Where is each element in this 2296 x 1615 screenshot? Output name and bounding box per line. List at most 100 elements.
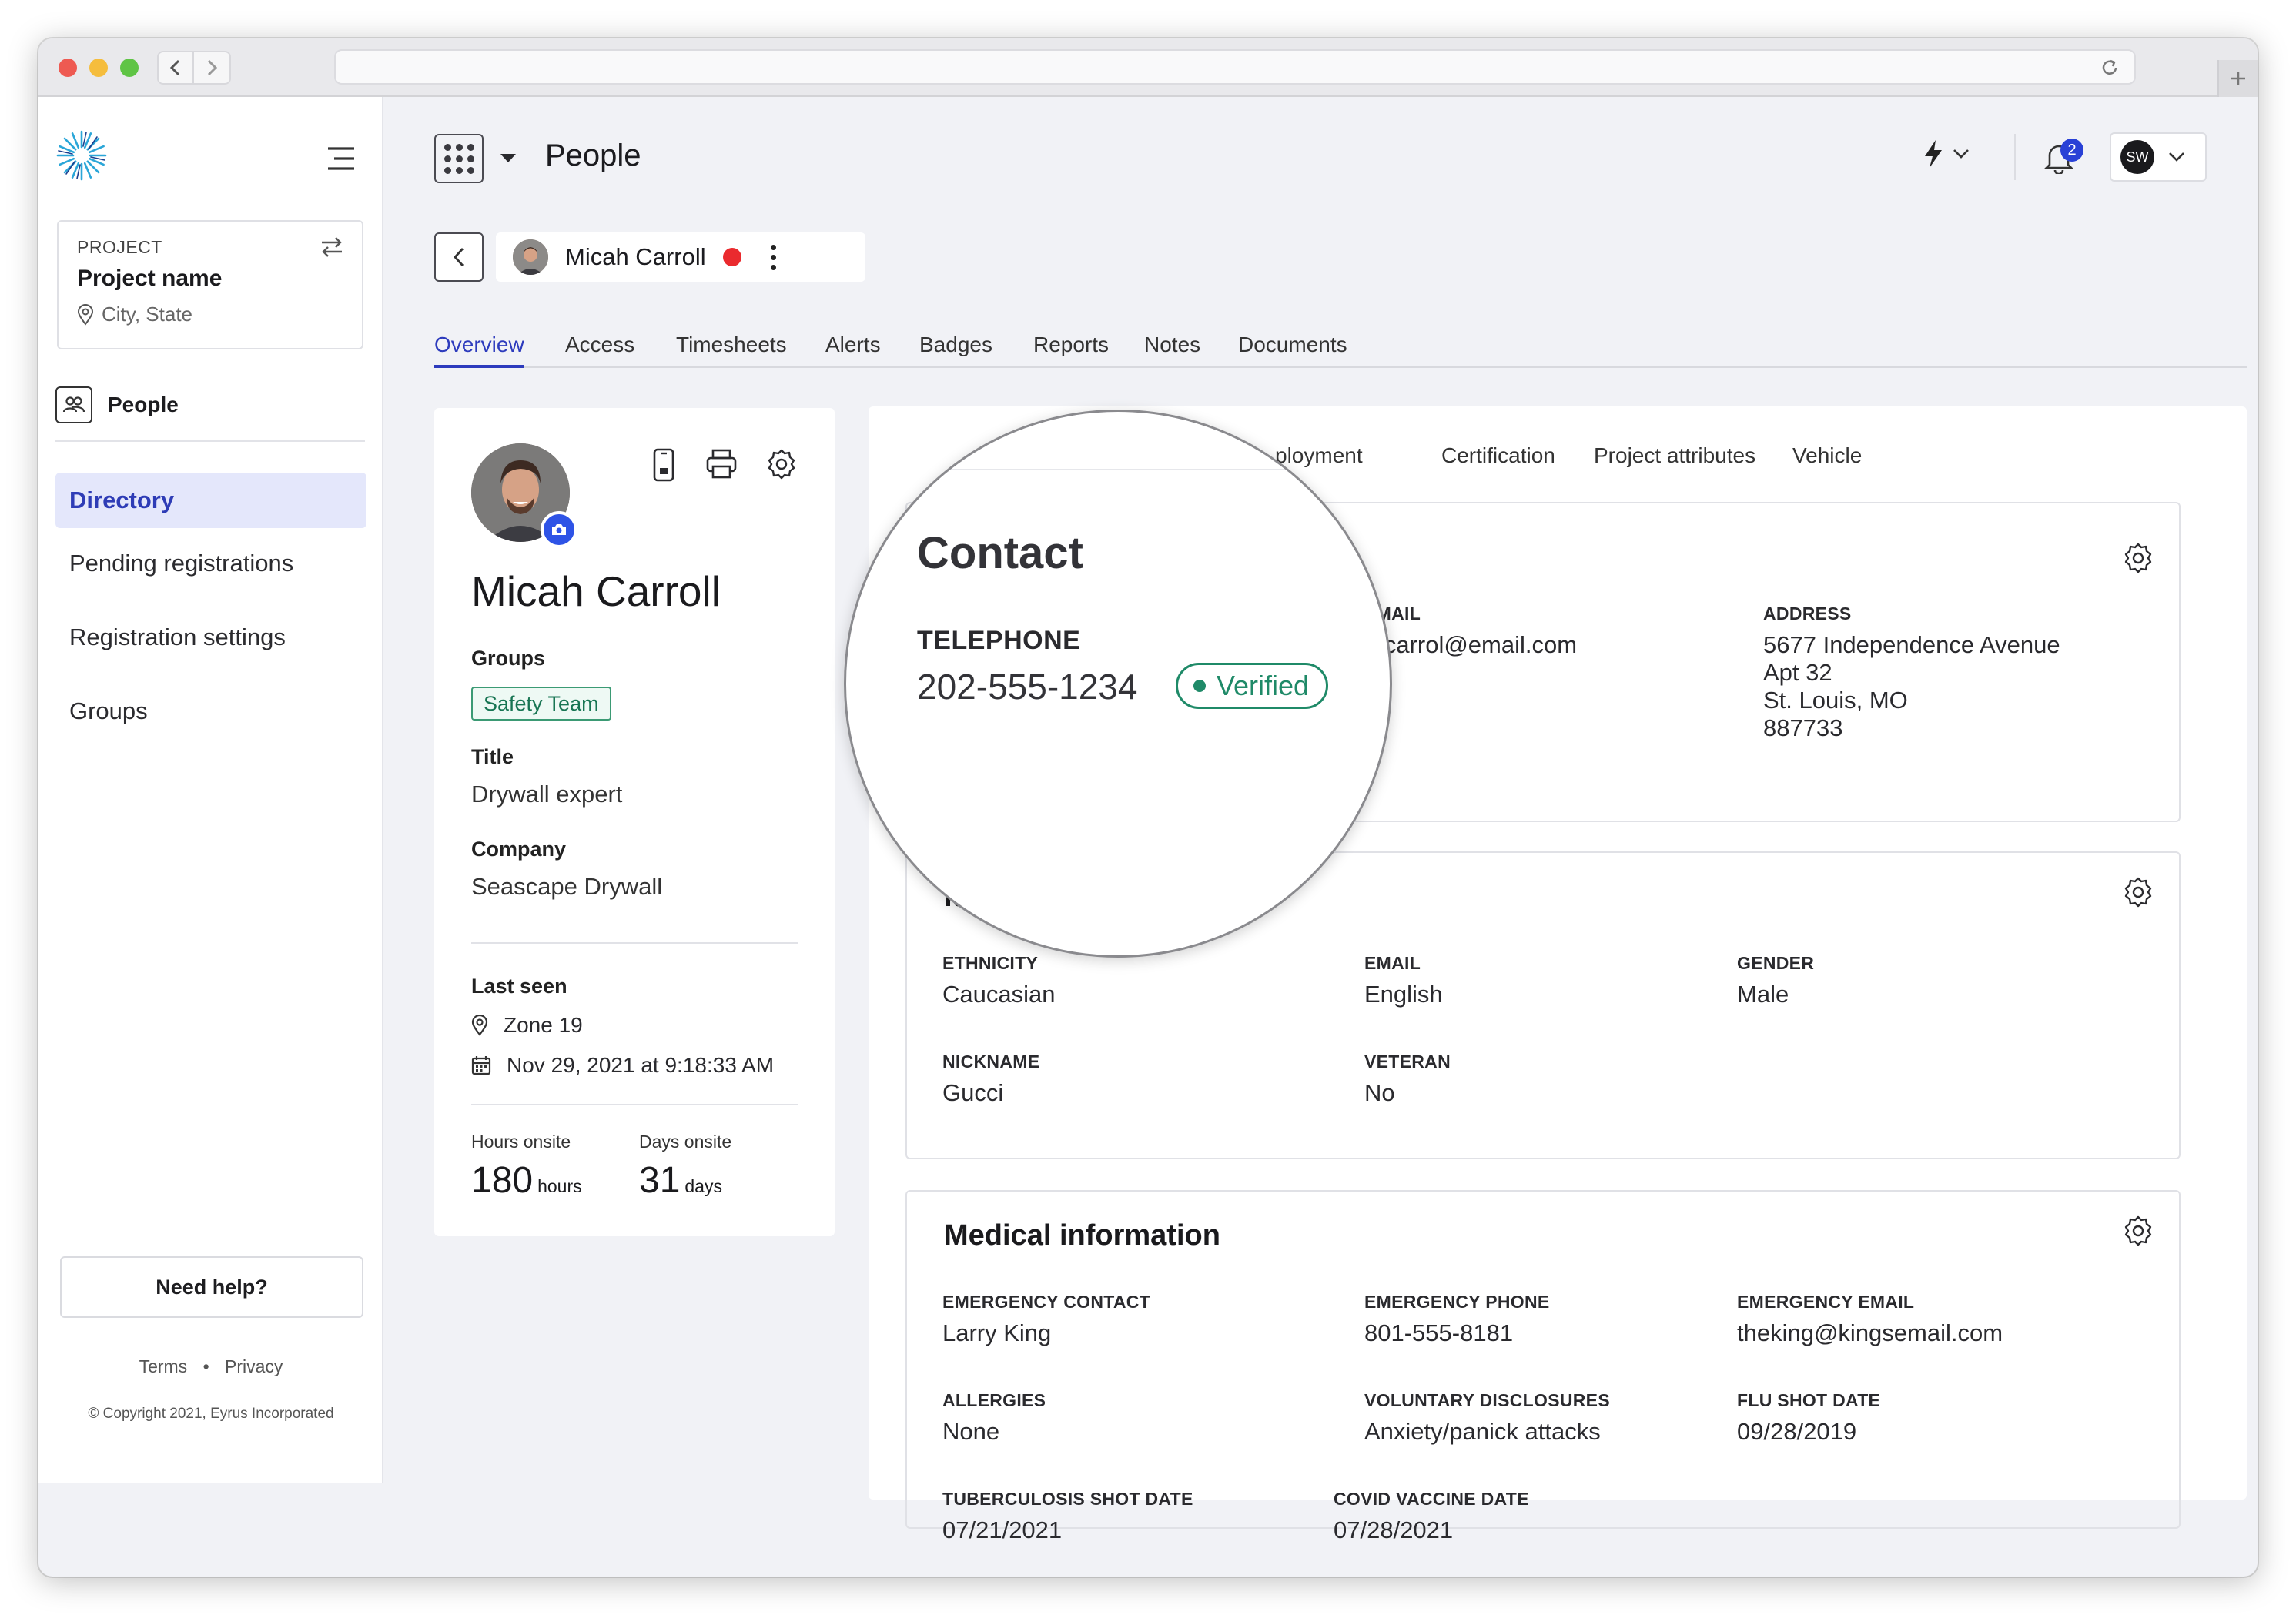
switch-project-icon[interactable] bbox=[319, 234, 345, 260]
profile-card: Micah Carroll Groups Safety Team Title D… bbox=[434, 408, 835, 1236]
days-unit: days bbox=[684, 1176, 722, 1196]
caret-down-icon[interactable] bbox=[499, 152, 517, 165]
telephone-label: TELEPHONE bbox=[917, 626, 1081, 655]
title-label: Title bbox=[471, 745, 514, 768]
flu-shot-label: FLU SHOT DATE bbox=[1737, 1390, 1881, 1410]
tab-notes[interactable]: Notes bbox=[1144, 333, 1200, 368]
print-icon[interactable] bbox=[705, 448, 738, 480]
profile-actions bbox=[650, 448, 798, 482]
tab-documents[interactable]: Documents bbox=[1238, 333, 1347, 368]
hours-onsite-value: 180 hours bbox=[471, 1159, 582, 1202]
browser-window: PROJECT Project name City, State People … bbox=[38, 38, 2258, 1577]
days-number: 31 bbox=[639, 1160, 681, 1201]
tab-access[interactable]: Access bbox=[565, 333, 634, 368]
gear-icon[interactable] bbox=[2122, 1215, 2154, 1247]
gender-label: GENDER bbox=[1737, 953, 1815, 973]
gear-icon[interactable] bbox=[765, 448, 798, 480]
profile-name: Micah Carroll bbox=[471, 567, 721, 615]
sidebar-item-groups[interactable]: Groups bbox=[55, 684, 366, 739]
change-photo-button[interactable] bbox=[541, 511, 577, 548]
browser-back-button[interactable] bbox=[157, 51, 194, 85]
app-switcher-button[interactable] bbox=[434, 134, 484, 183]
close-window-button[interactable] bbox=[59, 59, 77, 77]
company-value: Seascape Drywall bbox=[471, 873, 663, 900]
user-menu-button[interactable]: SW bbox=[2110, 132, 2207, 182]
lightning-icon bbox=[1925, 140, 1942, 168]
camera-icon bbox=[552, 524, 566, 535]
groups-label: Groups bbox=[471, 647, 546, 670]
ethnicity-label: ETHNICITY bbox=[942, 953, 1039, 973]
voluntary-disclosures-label: VOLUNTARY DISCLOSURES bbox=[1364, 1390, 1610, 1410]
tab-badges[interactable]: Badges bbox=[919, 333, 992, 368]
emergency-phone-label: EMERGENCY PHONE bbox=[1364, 1292, 1550, 1312]
tuberculosis-shot-value: 07/21/2021 bbox=[942, 1516, 1063, 1543]
group-tag[interactable]: Safety Team bbox=[471, 687, 611, 721]
minimize-window-button[interactable] bbox=[89, 59, 108, 77]
notification-count-badge: 2 bbox=[2060, 139, 2083, 162]
chevron-right-icon bbox=[207, 59, 218, 76]
subtab-project-attributes[interactable]: Project attributes bbox=[1594, 443, 1755, 468]
zoom-window-button[interactable] bbox=[120, 59, 139, 77]
person-name: Micah Carroll bbox=[565, 243, 706, 270]
sidebar: PROJECT Project name City, State People … bbox=[38, 97, 383, 1483]
subtab-vehicle[interactable]: Vehicle bbox=[1792, 443, 1862, 468]
quick-actions-button[interactable] bbox=[1922, 139, 1970, 169]
sidebar-item-registration-settings[interactable]: Registration settings bbox=[55, 610, 366, 665]
nickname-label: NICKNAME bbox=[942, 1052, 1040, 1072]
terms-link[interactable]: Terms bbox=[139, 1356, 188, 1376]
person-avatar bbox=[513, 239, 548, 275]
tab-overview[interactable]: Overview bbox=[434, 333, 524, 368]
page-title: People bbox=[545, 139, 641, 172]
verified-label: Verified bbox=[1217, 670, 1310, 701]
legal-links: Terms • Privacy bbox=[38, 1356, 383, 1377]
tuberculosis-shot-label: TUBERCULOSIS SHOT DATE bbox=[942, 1489, 1193, 1509]
flu-shot-value: 09/28/2019 bbox=[1737, 1418, 1857, 1445]
calendar-icon bbox=[471, 1056, 491, 1075]
need-help-button[interactable]: Need help? bbox=[60, 1256, 363, 1318]
contact-address-label: ADDRESS bbox=[1763, 604, 1852, 624]
sidebar-item-pending-registrations[interactable]: Pending registrations bbox=[55, 536, 366, 591]
nickname-value: Gucci bbox=[942, 1079, 1004, 1106]
address-bar[interactable] bbox=[334, 49, 2136, 85]
plus-icon bbox=[2231, 72, 2245, 85]
gear-icon[interactable] bbox=[2122, 542, 2154, 574]
days-onsite-value: 31 days bbox=[639, 1159, 722, 1202]
mobile-badge-icon[interactable] bbox=[650, 448, 678, 482]
reload-icon[interactable] bbox=[2099, 57, 2120, 79]
person-header: Micah Carroll bbox=[496, 232, 865, 282]
sidebar-section-people[interactable]: People bbox=[55, 386, 179, 423]
subtab-employment[interactable]: ployment bbox=[1275, 443, 1363, 468]
subtab-certification[interactable]: Certification bbox=[1441, 443, 1555, 468]
new-tab-button[interactable] bbox=[2217, 60, 2258, 97]
contact-magnifier: Contact TELEPHONE 202-555-1234 Verified bbox=[844, 410, 1392, 958]
browser-toolbar bbox=[38, 38, 2258, 97]
address-line: 887733 bbox=[1763, 714, 1843, 741]
contact-title: Contact bbox=[917, 528, 1083, 578]
emergency-email-value: theking@kingsemail.com bbox=[1737, 1319, 2003, 1346]
hours-number: 180 bbox=[471, 1160, 534, 1201]
privacy-link[interactable]: Privacy bbox=[225, 1356, 283, 1376]
magnifier-divider bbox=[897, 469, 1297, 470]
location-pin-icon bbox=[77, 303, 94, 326]
project-label: PROJECT bbox=[77, 237, 162, 257]
back-button[interactable] bbox=[434, 232, 484, 282]
veteran-value: No bbox=[1364, 1079, 1395, 1106]
tab-reports[interactable]: Reports bbox=[1033, 333, 1109, 368]
project-card[interactable]: PROJECT Project name City, State bbox=[57, 220, 363, 349]
project-location-text: City, State bbox=[102, 303, 193, 326]
address-line: St. Louis, MO bbox=[1763, 687, 1908, 714]
gender-value: Male bbox=[1737, 981, 1789, 1008]
tab-timesheets[interactable]: Timesheets bbox=[676, 333, 787, 368]
gear-icon[interactable] bbox=[2122, 876, 2154, 908]
sidebar-item-directory[interactable]: Directory bbox=[55, 473, 366, 528]
more-options-icon[interactable] bbox=[770, 244, 776, 270]
last-seen-time: Nov 29, 2021 at 9:18:33 AM bbox=[471, 1053, 774, 1078]
browser-forward-button[interactable] bbox=[194, 51, 231, 85]
telephone-value: 202-555-1234 bbox=[917, 667, 1138, 707]
hours-unit: hours bbox=[537, 1176, 582, 1196]
contact-email-value: mcarrol@email.com bbox=[1364, 631, 1578, 658]
days-onsite-label: Days onsite bbox=[639, 1132, 732, 1152]
tab-alerts[interactable]: Alerts bbox=[825, 333, 881, 368]
voluntary-disclosures-value: Anxiety/panick attacks bbox=[1364, 1418, 1601, 1445]
hamburger-menu-icon[interactable] bbox=[326, 146, 356, 171]
